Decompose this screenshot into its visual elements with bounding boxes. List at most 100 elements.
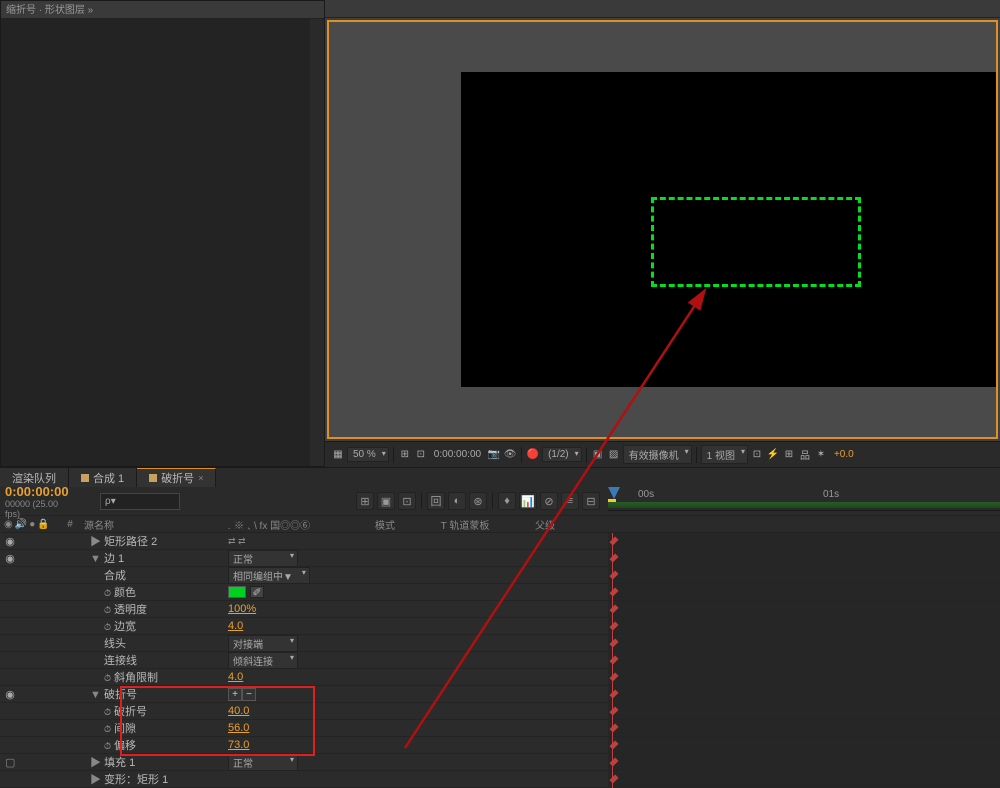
draft-3d-icon[interactable]: ▣: [377, 492, 395, 510]
keyframe-icon[interactable]: [609, 655, 618, 664]
keyframe-icon[interactable]: [609, 570, 618, 579]
auto-keyframe-icon[interactable]: ♦: [498, 492, 516, 510]
keyframe-icon[interactable]: [609, 774, 618, 783]
add-dash-button[interactable]: +: [228, 688, 242, 701]
disclosure-triangle[interactable]: ▼: [90, 689, 101, 701]
scrollbar-track[interactable]: [310, 19, 324, 466]
dashed-rectangle-shape[interactable]: [651, 197, 861, 287]
miter-limit-row[interactable]: ⏱斜角限制 4.0: [0, 669, 608, 686]
dash-value[interactable]: 40.0: [228, 705, 249, 717]
preview-timecode[interactable]: 0:00:00:00: [430, 449, 485, 460]
close-icon[interactable]: ×: [198, 473, 203, 483]
keyframe-icon[interactable]: [609, 723, 618, 732]
opacity-row[interactable]: ⏱透明度 100%: [0, 601, 608, 618]
offset-value-row[interactable]: ⏱偏移 73.0: [0, 737, 608, 754]
line-cap-row[interactable]: 线头 对接端: [0, 635, 608, 652]
time-ruler[interactable]: 00s 01s 02s: [608, 487, 1000, 511]
tab-dashes[interactable]: 破折号 ×: [137, 468, 216, 487]
shy-icon[interactable]: ⊡: [398, 492, 416, 510]
graph-editor-icon[interactable]: 📊: [519, 492, 537, 510]
resolution-dropdown[interactable]: (1/2): [542, 447, 582, 462]
flowchart-icon[interactable]: 品: [798, 448, 812, 462]
comp-mini-flowchart-icon[interactable]: ⊞: [356, 492, 374, 510]
timeline-icon[interactable]: ⊞: [782, 448, 796, 462]
dashes-row[interactable]: ◉ ▼ 破折号 + −: [0, 686, 608, 703]
snapshot-icon[interactable]: 📷: [487, 448, 501, 462]
stopwatch-icon[interactable]: ⏱: [104, 588, 111, 598]
grid-icon[interactable]: ▦: [331, 448, 345, 462]
exposure-value[interactable]: +0.0: [830, 449, 858, 460]
stopwatch-icon[interactable]: ⏱: [104, 724, 111, 734]
search-input[interactable]: [100, 493, 180, 510]
keyframe-icon[interactable]: [609, 740, 618, 749]
channel-icon[interactable]: 🔴: [526, 448, 540, 462]
fill-row[interactable]: ▢ ▶ 填充 1 正常: [0, 754, 608, 771]
miter-limit-value[interactable]: 4.0: [228, 671, 243, 683]
eyedropper-icon[interactable]: ✐: [250, 586, 264, 598]
line-join-dropdown[interactable]: 倾斜连接: [228, 652, 298, 669]
guides-icon[interactable]: ⊡: [414, 448, 428, 462]
cti-marker[interactable]: [608, 487, 620, 499]
current-time-display[interactable]: 0:00:00:00 00000 (25.00 fps): [0, 482, 80, 521]
transfer-modes-icon[interactable]: ⊟: [582, 492, 600, 510]
disclosure-triangle[interactable]: ▶: [90, 774, 101, 786]
visibility-toggle[interactable]: ◉: [0, 552, 20, 565]
keyframe-icon[interactable]: [609, 536, 618, 545]
stroke-width-row[interactable]: ⏱边宽 4.0: [0, 618, 608, 635]
composition-canvas[interactable]: [461, 72, 996, 387]
disclosure-triangle[interactable]: ▼: [90, 553, 101, 565]
reset-exposure-icon[interactable]: ✶: [814, 448, 828, 462]
frame-blend-icon[interactable]: 回: [427, 492, 445, 510]
preview-viewport[interactable]: [327, 20, 998, 439]
blend-mode-dropdown[interactable]: 正常: [228, 550, 298, 567]
keyframe-icon[interactable]: [609, 757, 618, 766]
dash-value-row[interactable]: ⏱破折号 40.0: [0, 703, 608, 720]
region-icon[interactable]: ▣: [591, 448, 605, 462]
keyframe-icon[interactable]: [609, 672, 618, 681]
composite-row[interactable]: 合成 相同编组中▼: [0, 567, 608, 584]
pixel-aspect-icon[interactable]: ⊡: [750, 448, 764, 462]
keyframe-icon[interactable]: [609, 706, 618, 715]
keyframe-icon[interactable]: [609, 553, 618, 562]
composite-dropdown[interactable]: 相同编组中▼: [228, 567, 310, 584]
work-area-bar[interactable]: [608, 502, 1000, 508]
show-snapshot-icon[interactable]: 👁: [503, 448, 517, 462]
opacity-value[interactable]: 100%: [228, 603, 256, 615]
line-cap-dropdown[interactable]: 对接端: [228, 635, 298, 652]
gap-value[interactable]: 56.0: [228, 722, 249, 734]
timeline-tracks[interactable]: 00s 01s 02s: [608, 533, 1000, 788]
name-column-header[interactable]: 源名称: [80, 517, 220, 532]
stroke-row[interactable]: ◉ ▼ 边 1 正常: [0, 550, 608, 567]
stopwatch-icon[interactable]: ⏱: [104, 673, 111, 683]
stopwatch-icon[interactable]: ⏱: [104, 741, 111, 751]
keyframe-icon[interactable]: [609, 689, 618, 698]
shape-path-row[interactable]: ◉ ▶ 矩形路径 2 ⇄ ⇄: [0, 533, 608, 550]
transform-row[interactable]: ▶ 变形：矩形 1: [0, 771, 608, 788]
number-column-header[interactable]: #: [60, 519, 80, 530]
line-join-row[interactable]: 连接线 倾斜连接: [0, 652, 608, 669]
offset-value[interactable]: 73.0: [228, 739, 249, 751]
layer-switches-icon[interactable]: ≡: [561, 492, 579, 510]
stopwatch-icon[interactable]: ⏱: [104, 622, 111, 632]
fast-preview-icon[interactable]: ⚡: [766, 448, 780, 462]
keyframe-icon[interactable]: [609, 638, 618, 647]
disclosure-triangle[interactable]: ▶: [90, 536, 101, 548]
camera-dropdown[interactable]: 有效摄像机: [623, 445, 692, 464]
stopwatch-icon[interactable]: ⏱: [104, 707, 111, 717]
timecode[interactable]: 0:00:00:00: [5, 484, 75, 499]
stroke-width-value[interactable]: 4.0: [228, 620, 243, 632]
ruler-icon[interactable]: ⊞: [398, 448, 412, 462]
stopwatch-icon[interactable]: ⏱: [104, 605, 111, 615]
color-row[interactable]: ⏱颜色 ✐: [0, 584, 608, 601]
brainstorm-icon[interactable]: ⊛: [469, 492, 487, 510]
disclosure-triangle[interactable]: ▶: [90, 757, 101, 769]
motion-blur-icon[interactable]: ◐: [448, 492, 466, 510]
visibility-toggle[interactable]: ◉: [0, 688, 20, 701]
zoom-dropdown[interactable]: 50 %: [347, 447, 389, 462]
color-swatch[interactable]: [228, 586, 246, 598]
visibility-toggle[interactable]: ◉: [0, 535, 20, 548]
fill-mode-dropdown[interactable]: 正常: [228, 754, 298, 771]
remove-dash-button[interactable]: −: [242, 688, 256, 701]
transparency-icon[interactable]: ▨: [607, 448, 621, 462]
gap-value-row[interactable]: ⏱间隙 56.0: [0, 720, 608, 737]
